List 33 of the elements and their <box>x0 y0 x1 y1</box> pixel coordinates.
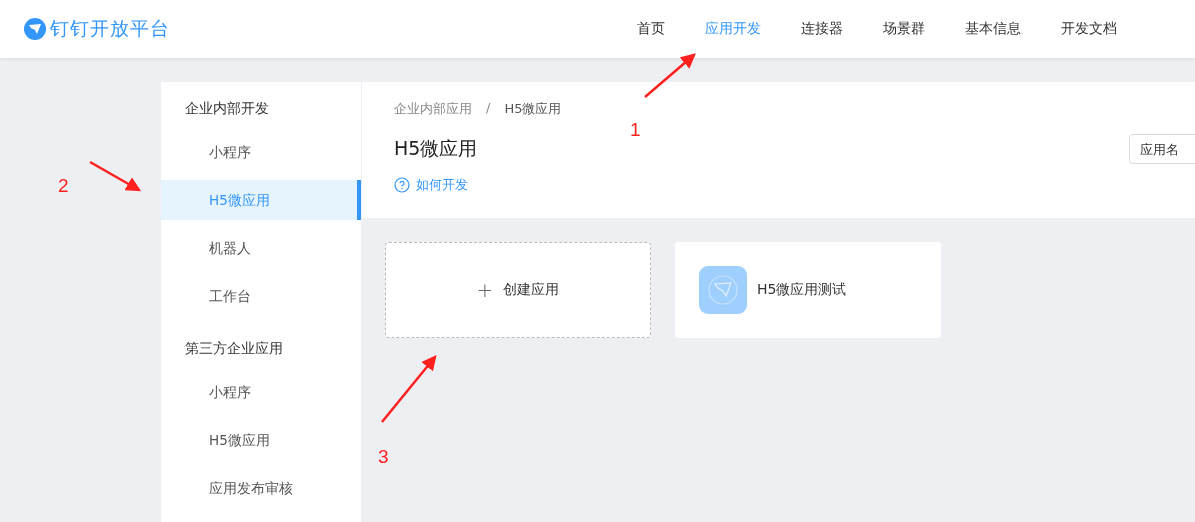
app-name: H5微应用测试 <box>757 281 847 299</box>
sidebar-item[interactable]: 应用发布审核 <box>161 468 361 508</box>
search-field[interactable]: 应用名 <box>1129 134 1195 164</box>
logo-icon <box>24 18 46 40</box>
plus-icon: + <box>476 278 494 302</box>
help-icon <box>394 177 410 193</box>
card-label: 创建应用 <box>503 281 560 299</box>
annotation-arrow <box>381 355 437 423</box>
create-app-card[interactable]: + 创建应用 <box>385 242 651 338</box>
annotation-number: 1 <box>630 119 641 140</box>
annotation-number: 3 <box>378 446 389 467</box>
breadcrumb-item[interactable]: 企业内部应用 <box>394 100 472 118</box>
sidebar-section-title: 第三方企业应用 <box>184 339 284 358</box>
page-title: H5微应用 <box>394 136 478 161</box>
sidebar-section-title: 企业内部开发 <box>184 99 270 118</box>
sidebar-item[interactable]: 工作台 <box>161 276 361 316</box>
sidebar-item[interactable]: 小程序 <box>161 372 361 412</box>
annotation-arrow <box>89 160 142 192</box>
breadcrumb-item: H5微应用 <box>504 100 562 118</box>
nav-tab[interactable]: 基本信息 <box>945 20 1041 38</box>
nav-tab[interactable]: 首页 <box>617 20 685 38</box>
nav-tab[interactable]: 连接器 <box>781 20 863 38</box>
app-icon <box>699 266 747 314</box>
sidebar-item[interactable]: 机器人 <box>161 228 361 268</box>
sidebar-item[interactable]: 小程序 <box>161 132 361 172</box>
app-card[interactable]: H5微应用测试 <box>675 242 941 338</box>
nav-tab[interactable]: 开发文档 <box>1041 20 1137 38</box>
annotation-number: 2 <box>58 175 69 196</box>
sidebar-item[interactable]: H5微应用 <box>161 420 361 460</box>
annotation-arrow <box>644 53 696 98</box>
nav-tab[interactable]: 场景群 <box>863 20 945 38</box>
breadcrumb-separator: / <box>486 100 491 117</box>
logo-text: 钉钉开放平台 <box>50 16 170 41</box>
